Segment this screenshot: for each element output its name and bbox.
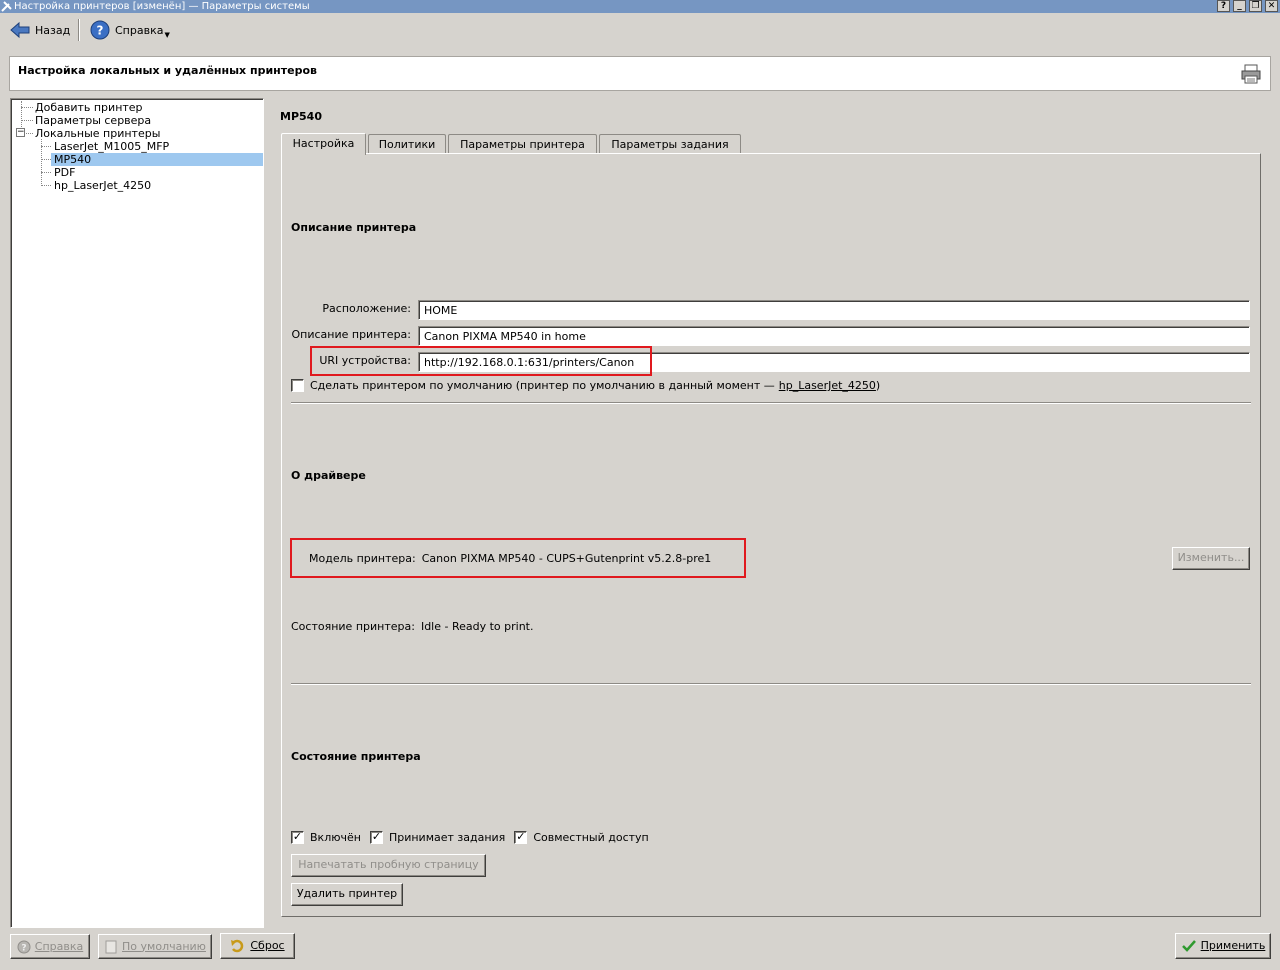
window-minimize-button[interactable]: _ [1233, 0, 1246, 12]
svg-text:?: ? [97, 24, 104, 38]
printer-model-row: Модель принтера: Canon PIXMA MP540 - CUP… [309, 552, 711, 565]
delete-printer-button[interactable]: Удалить принтер [291, 883, 403, 906]
tree-item-laserjet-m1005[interactable]: LaserJet_M1005_MFP [51, 140, 172, 153]
current-default-printer-link[interactable]: hp_LaserJet_4250 [779, 379, 876, 392]
tab-policies[interactable]: Политики [368, 134, 446, 154]
printer-status-label: Состояние принтера: [291, 620, 415, 633]
printer-model-label: Модель принтера: [309, 552, 416, 565]
svg-text:?: ? [21, 943, 26, 953]
printer-status-value: Idle - Ready to print. [420, 620, 534, 633]
default-close-paren: ) [875, 379, 881, 392]
section-title-driver: О драйвере [291, 469, 366, 482]
footer-defaults-button[interactable]: По умолчанию [98, 934, 212, 959]
printer-description-input[interactable]: Canon PIXMA MP540 in home [418, 326, 1250, 346]
uri-highlight-box [310, 346, 652, 376]
checkmark-icon [1181, 940, 1196, 952]
back-button[interactable]: Назад [6, 18, 74, 42]
tree-line [41, 185, 51, 186]
tree-line [41, 159, 51, 160]
divider [291, 683, 1251, 685]
section-title-description: Описание принтера [291, 221, 417, 234]
location-input[interactable]: HOME [418, 300, 1250, 320]
footer-apply-label: Применить [1200, 939, 1266, 952]
app-tools-icon [1, 1, 12, 12]
enabled-label: Включён [310, 831, 361, 844]
printer-status-row: Состояние принтера: Idle - Ready to prin… [291, 620, 534, 633]
default-printer-text: Сделать принтером по умолчанию (принтер … [310, 379, 775, 392]
collapse-icon[interactable]: − [16, 128, 25, 137]
printer-model-value: Canon PIXMA MP540 - CUPS+Gutenprint v5.2… [421, 552, 712, 565]
help-icon: ? [17, 940, 31, 953]
window-titlebar: Настройка принтеров [изменён] — Параметр… [0, 0, 1280, 13]
enabled-checkbox[interactable]: ✓ [291, 831, 304, 844]
footer-apply-button[interactable]: Применить [1175, 933, 1271, 959]
tab-panel [281, 153, 1261, 917]
section-title-state: Состояние принтера [291, 750, 421, 763]
footer-defaults-label: По умолчанию [122, 939, 206, 953]
document-icon [105, 940, 117, 953]
accepts-jobs-checkbox[interactable]: ✓ [369, 831, 383, 844]
footer-reset-label: Сброс [250, 939, 285, 952]
help-menu-label: Справка [115, 23, 164, 37]
printer-name-heading: MP540 [280, 110, 322, 123]
shared-label: Совместный доступ [533, 831, 649, 844]
tree-item-hp-laserjet-4250[interactable]: hp_LaserJet_4250 [51, 179, 154, 192]
window-close-button[interactable]: ✕ [1265, 0, 1278, 12]
footer-reset-button[interactable]: Сброс [220, 933, 295, 959]
footer-help-button[interactable]: ? Справка [10, 934, 90, 959]
window-title: Настройка принтеров [изменён] — Параметр… [14, 1, 310, 12]
back-button-label: Назад [35, 23, 71, 37]
tree-line [41, 172, 51, 173]
toolbar: Назад ? Справка ▼ [0, 14, 1280, 46]
tree-item-pdf[interactable]: PDF [51, 166, 78, 179]
tree-item-server-settings[interactable]: Параметры сервера [32, 114, 154, 127]
printer-tree[interactable]: − Добавить принтер Параметры сервера Лок… [10, 98, 264, 928]
state-checkboxes-row: ✓ Включён ✓ Принимает задания ✓ Совместн… [291, 831, 649, 844]
window-maximize-button[interactable]: ❐ [1249, 0, 1262, 12]
printer-description-label: Описание принтера: [291, 328, 411, 341]
default-printer-checkbox[interactable] [291, 379, 304, 392]
location-label: Расположение: [322, 302, 411, 315]
page-title: Настройка локальных и удалённых принтеро… [18, 64, 317, 77]
dropdown-arrow-icon: ▼ [164, 31, 170, 39]
print-test-page-button[interactable]: Напечатать пробную страницу [291, 854, 486, 877]
arrow-left-icon [10, 21, 30, 39]
default-printer-row: Сделать принтером по умолчанию (принтер … [291, 379, 880, 392]
tree-item-add-printer[interactable]: Добавить принтер [32, 101, 146, 114]
tab-job-options[interactable]: Параметры задания [599, 134, 741, 154]
footer-help-label: Справка [34, 939, 84, 953]
module-header: Настройка локальных и удалённых принтеро… [9, 56, 1271, 91]
toolbar-separator [78, 19, 80, 41]
tree-line [41, 146, 51, 147]
divider [291, 402, 1251, 404]
accepts-jobs-label: Принимает задания [388, 831, 506, 844]
tab-settings[interactable]: Настройка [281, 133, 366, 155]
window-help-button[interactable]: ? [1217, 0, 1230, 12]
tree-item-local-printers[interactable]: Локальные принтеры [32, 127, 163, 140]
change-driver-button[interactable]: Изменить... [1172, 547, 1250, 570]
help-menu-button[interactable]: ? Справка ▼ [86, 18, 174, 42]
tree-item-mp540[interactable]: MP540 [51, 153, 263, 166]
printer-icon [1241, 64, 1261, 84]
tab-printer-options[interactable]: Параметры принтера [448, 134, 597, 154]
shared-checkbox[interactable]: ✓ [514, 831, 528, 844]
undo-icon [231, 939, 244, 953]
help-icon: ? [90, 20, 110, 40]
